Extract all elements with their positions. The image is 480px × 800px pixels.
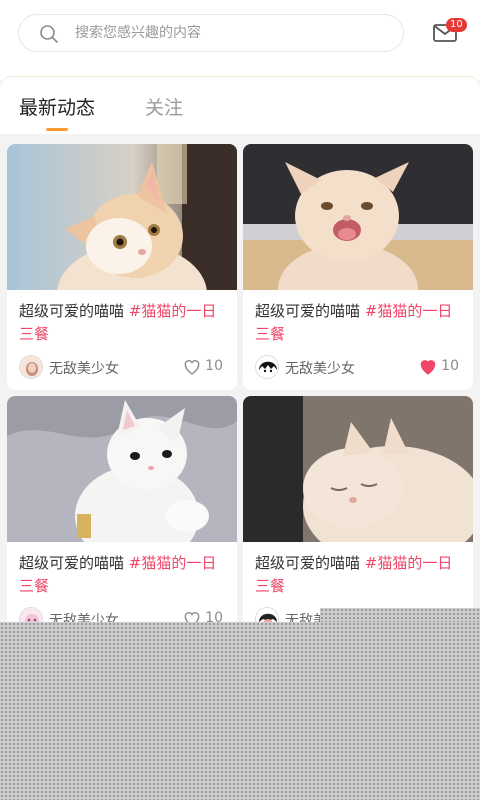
avatar[interactable] <box>255 355 279 379</box>
heart-outline-icon[interactable] <box>183 359 201 375</box>
heart-filled-icon[interactable] <box>419 359 437 375</box>
feed-tabs: 最新动态 关注 <box>0 76 480 134</box>
like-count: 10 <box>205 358 223 374</box>
search-icon <box>40 25 58 43</box>
avatar[interactable] <box>19 355 43 379</box>
post-card[interactable]: 超级可爱的喵喵 #猫猫的一日三餐 无敌美少女 10 <box>7 396 237 642</box>
tab-following[interactable]: 关注 <box>145 93 183 120</box>
tab-latest[interactable]: 最新动态 <box>19 93 95 120</box>
author-name[interactable]: 无敌美少女 <box>285 358 355 378</box>
post-title: 超级可爱的喵喵 #猫猫的一日三餐 <box>19 302 217 343</box>
post-image-cat <box>243 396 473 542</box>
post-title: 超级可爱的喵喵 #猫猫的一日三餐 <box>255 554 453 595</box>
post-card[interactable]: 超级可爱的喵喵 #猫猫的一日三餐 无敌美少女 10 <box>243 396 473 642</box>
post-image-cat <box>7 396 237 542</box>
redaction-overlay <box>0 622 480 800</box>
author-name[interactable]: 无敌美少女 <box>49 358 119 378</box>
post-title: 超级可爱的喵喵 #猫猫的一日三餐 <box>255 302 453 343</box>
search-input[interactable] <box>75 15 395 51</box>
search-bar[interactable] <box>18 14 404 52</box>
post-card[interactable]: 超级可爱的喵喵 #猫猫的一日三餐 无敌美少女 10 <box>7 144 237 390</box>
post-image-cat <box>7 144 237 290</box>
post-image-cat <box>243 144 473 290</box>
tab-active-indicator <box>46 128 68 131</box>
post-title: 超级可爱的喵喵 #猫猫的一日三餐 <box>19 554 217 595</box>
top-bar: 10 <box>0 0 480 80</box>
post-card[interactable]: 超级可爱的喵喵 #猫猫的一日三餐 无敌美少女 10 <box>243 144 473 390</box>
notification-badge: 10 <box>446 18 467 32</box>
like-count: 10 <box>441 358 459 374</box>
